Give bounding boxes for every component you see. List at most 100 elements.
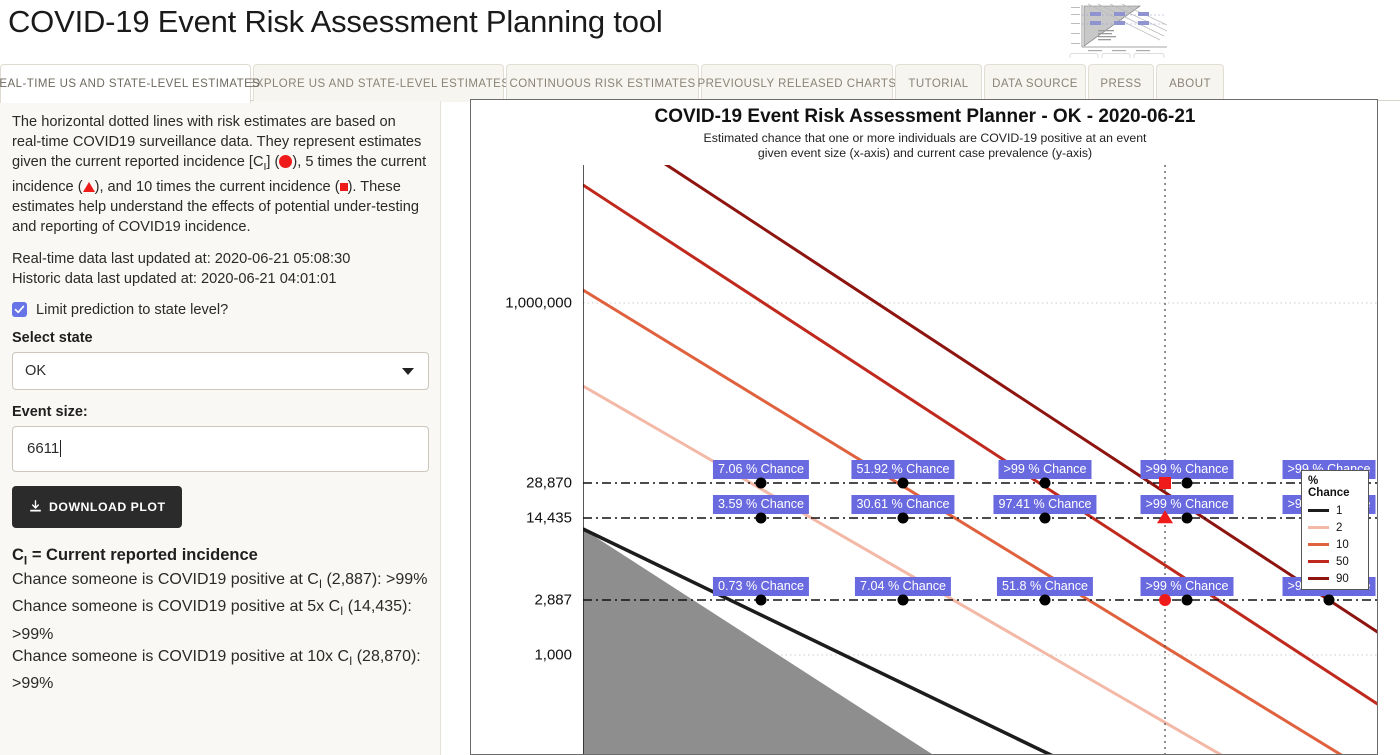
legend-color-swatch xyxy=(1308,509,1329,512)
chart-legend: % Chance 1 2 10 50 90 xyxy=(1301,470,1369,590)
data-point-marker xyxy=(755,477,767,489)
chance-label: >99 % Chance xyxy=(1140,577,1234,596)
legend-entry: 1 xyxy=(1308,502,1362,519)
select-state-dropdown[interactable]: OK xyxy=(12,351,429,390)
sidebar-description: The horizontal dotted lines with risk es… xyxy=(12,114,427,235)
ci-line-pre: Chance someone is COVID19 positive at 10… xyxy=(12,647,350,665)
ci-heading-pre: C xyxy=(12,545,24,564)
tab-tutorial[interactable]: TUTORIAL xyxy=(895,64,982,102)
data-point-marker xyxy=(1039,512,1051,524)
ci-chance-line: Chance someone is COVID19 positive at 5x… xyxy=(12,596,428,645)
chance-label: >99 % Chance xyxy=(1140,495,1234,514)
data-point-marker xyxy=(897,477,909,489)
red-triangle-icon xyxy=(82,181,95,192)
tab-label: PREVIOUSLY RELEASED CHARTS xyxy=(697,77,897,90)
tab-data-source[interactable]: DATA SOURCE xyxy=(984,64,1086,102)
app-header: COVID-19 Event Risk Assessment Planning … xyxy=(0,0,1400,62)
plot-svg xyxy=(583,165,1377,754)
data-point-marker xyxy=(1039,477,1051,489)
ci-chance-line: Chance someone is COVID19 positive at CI… xyxy=(12,569,428,596)
tab-continuous-risk-estimates[interactable]: CONTINUOUS RISK ESTIMATES xyxy=(506,64,699,102)
legend-entry-label: 1 xyxy=(1336,504,1343,517)
tab-label: REAL-TIME US AND STATE-LEVEL ESTIMATES xyxy=(0,78,261,90)
chance-label: >99 % Chance xyxy=(1140,460,1234,479)
chance-label: 7.04 % Chance xyxy=(854,577,952,596)
description-part-2: ] ( xyxy=(266,154,280,170)
data-point-marker xyxy=(1323,594,1335,606)
legend-entry: 2 xyxy=(1308,519,1362,536)
red-square-icon xyxy=(339,182,348,191)
legend-title: % Chance xyxy=(1308,475,1350,499)
tab-previously-released-charts[interactable]: PREVIOUSLY RELEASED CHARTS xyxy=(698,64,896,102)
data-point-marker xyxy=(897,594,909,606)
tab-label: EXPLORE US AND STATE-LEVEL ESTIMATES xyxy=(247,77,510,90)
event-size-input[interactable]: 6611 xyxy=(12,425,429,472)
event-size-value: 6611 xyxy=(27,440,60,458)
tab-real-time-us-and-state-level-estimates[interactable]: REAL-TIME US AND STATE-LEVEL ESTIMATES xyxy=(0,64,260,103)
legend-entry: 90 xyxy=(1308,570,1362,587)
chance-label: >99 % Chance xyxy=(998,460,1092,479)
chance-label: 51.8 % Chance xyxy=(996,577,1094,596)
data-point-marker xyxy=(1181,477,1193,489)
tab-press[interactable]: PRESS xyxy=(1088,64,1154,102)
chevron-down-icon xyxy=(402,367,414,375)
plot-area: 7.06 % Chance 51.92 % Chance >99 % Chance >… xyxy=(583,165,1377,754)
select-state-label: Select state xyxy=(12,329,93,346)
ci-line-pre: Chance someone is COVID19 positive at C xyxy=(12,571,319,589)
legend-entry-label: 50 xyxy=(1336,555,1349,568)
tab-label: DATA SOURCE xyxy=(992,77,1078,90)
legend-color-swatch xyxy=(1308,577,1329,580)
legend-entry: 10 xyxy=(1308,536,1362,553)
ci-line-pre: Chance someone is COVID19 positive at 5x… xyxy=(12,598,341,616)
chance-label: 0.73 % Chance xyxy=(712,577,810,596)
y-axis-tick-label: 1,000,000 xyxy=(505,294,572,312)
event-size-label: Event size: xyxy=(12,403,88,420)
y-axis-tick-label: 14,435 xyxy=(526,509,572,527)
historic-updated-text: Historic data last updated at: 2020-06-2… xyxy=(12,270,337,287)
legend-entry-label: 10 xyxy=(1336,538,1349,551)
legend-entry: 50 xyxy=(1308,553,1362,570)
sidebar: The horizontal dotted lines with risk es… xyxy=(0,101,441,755)
ci-heading: CI = Current reported incidence xyxy=(12,546,428,567)
ci-line-post: (2,887): >99% xyxy=(322,571,428,589)
data-point-marker xyxy=(1181,594,1193,606)
site-logo-icon[interactable] xyxy=(1068,0,1168,58)
y-axis-tick-label: 2,887 xyxy=(534,591,572,609)
legend-entry-label: 2 xyxy=(1336,521,1343,534)
tab-label: ABOUT xyxy=(1169,77,1211,90)
text-cursor xyxy=(60,440,62,458)
legend-entry-label: 90 xyxy=(1336,572,1349,585)
data-point-marker xyxy=(755,594,767,606)
download-plot-button[interactable]: DOWNLOAD PLOT xyxy=(12,485,183,528)
red-circle-marker xyxy=(1159,594,1171,606)
limit-prediction-label: Limit prediction to state level? xyxy=(36,301,229,318)
ci-heading-post: = Current reported incidence xyxy=(27,545,258,564)
data-point-marker xyxy=(1039,594,1051,606)
chart-subtitle-line-2: given event size (x-axis) and current ca… xyxy=(757,146,1093,160)
page-title: COVID-19 Event Risk Assessment Planning … xyxy=(8,4,663,39)
chance-label: 3.59 % Chance xyxy=(712,495,810,514)
red-square-marker xyxy=(1159,477,1171,489)
download-icon xyxy=(30,500,41,512)
limit-prediction-checkbox[interactable] xyxy=(12,302,27,318)
tab-about[interactable]: ABOUT xyxy=(1156,64,1224,102)
tab-explore-us-and-state-level-estimates[interactable]: EXPLORE US AND STATE-LEVEL ESTIMATES xyxy=(248,64,509,102)
tab-label: TUTORIAL xyxy=(908,77,969,90)
legend-color-swatch xyxy=(1308,560,1329,563)
data-point-marker xyxy=(755,512,767,524)
chart-subtitle: Estimated chance that one or more indivi… xyxy=(471,131,1377,161)
limit-prediction-row[interactable]: Limit prediction to state level? xyxy=(12,302,428,318)
y-axis-tick-label: 1,000 xyxy=(534,646,572,664)
legend-color-swatch xyxy=(1308,526,1329,529)
chance-label: 7.06 % Chance xyxy=(712,460,810,479)
realtime-updated-text: Real-time data last updated at: 2020-06-… xyxy=(12,250,351,267)
data-point-marker xyxy=(1181,512,1193,524)
download-plot-label: DOWNLOAD PLOT xyxy=(49,499,166,514)
description-part-4: ), and 10 times the current incidence ( xyxy=(94,178,340,195)
tab-label: PRESS xyxy=(1100,77,1142,90)
legend-color-swatch xyxy=(1308,543,1329,546)
chart-title: COVID-19 Event Risk Assessment Planner -… xyxy=(654,106,1196,127)
chart-panel: COVID-19 Event Risk Assessment Planner -… xyxy=(470,99,1378,755)
chance-label: 51.92 % Chance xyxy=(851,460,955,479)
red-circle-icon xyxy=(279,155,293,168)
